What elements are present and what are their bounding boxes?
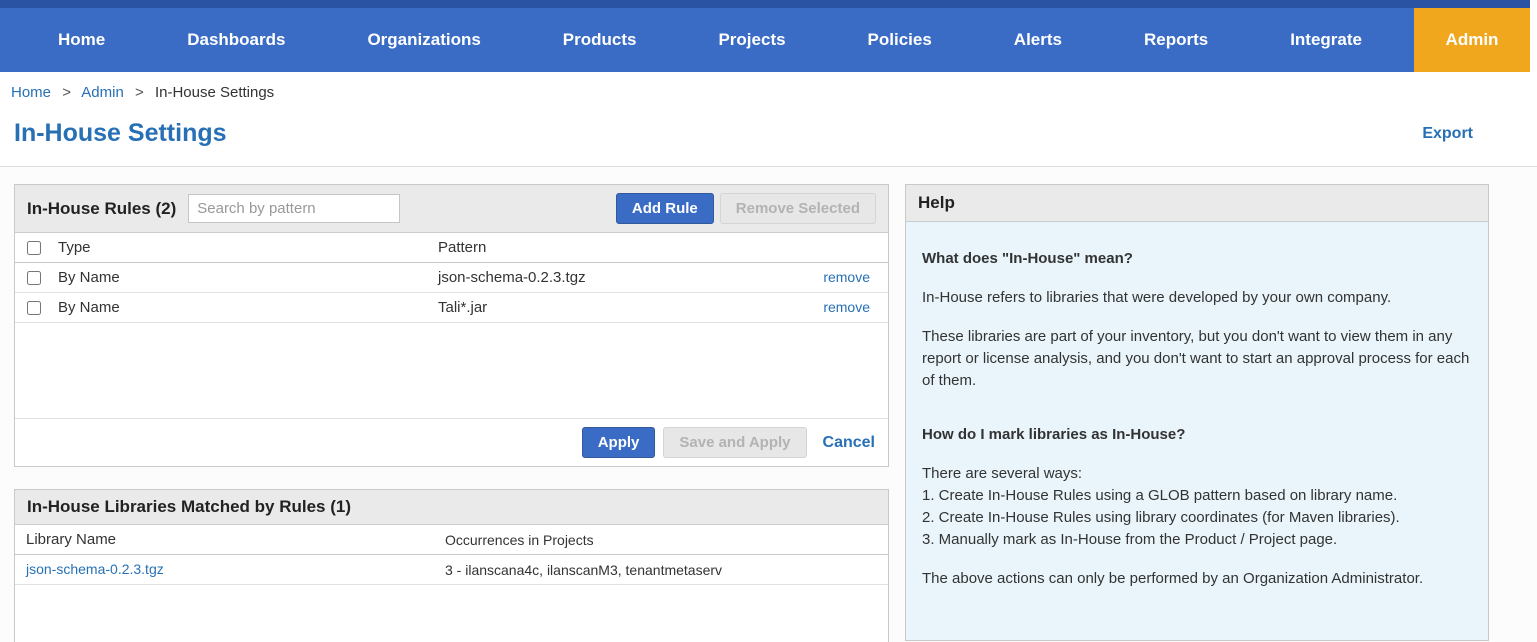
breadcrumb-link-home[interactable]: Home <box>11 84 51 101</box>
rule-action-cell: remove <box>798 269 888 286</box>
rule-type: By Name <box>58 269 438 286</box>
rules-panel-title: In-House Rules (2) <box>27 199 176 219</box>
nav-item-integrate[interactable]: Integrate <box>1290 30 1362 50</box>
help-list-item: 2. Create In-House Rules using library c… <box>922 507 1472 529</box>
table-row: By Name json-schema-0.2.3.tgz remove <box>15 263 888 293</box>
help-paragraph: There are several ways: <box>922 463 1472 485</box>
help-paragraph: These libraries are part of your invento… <box>922 326 1472 392</box>
help-question-heading: What does "In-House" mean? <box>922 248 1472 270</box>
breadcrumb: Home > Admin > In-House Settings <box>0 72 1537 109</box>
help-paragraph: In-House refers to libraries that were d… <box>922 287 1472 309</box>
title-row: In-House Settings Export <box>0 109 1537 167</box>
add-rule-button[interactable]: Add Rule <box>616 193 714 224</box>
help-paragraph: The above actions can only be performed … <box>922 568 1472 590</box>
nav-item-home[interactable]: Home <box>58 30 105 50</box>
help-panel-header: Help <box>906 185 1488 222</box>
rules-panel-spacer <box>15 323 888 418</box>
rules-table-header-row: Type Pattern <box>15 233 888 263</box>
remove-rule-link[interactable]: remove <box>823 269 870 285</box>
export-link[interactable]: Export <box>1422 125 1473 143</box>
remove-selected-button[interactable]: Remove Selected <box>720 193 876 224</box>
rules-panel-footer: Apply Save and Apply Cancel <box>15 418 888 466</box>
nav-item-dashboards[interactable]: Dashboards <box>187 30 285 50</box>
help-panel-body: What does "In-House" mean? In-House refe… <box>906 222 1488 640</box>
row-checkbox[interactable] <box>27 301 41 315</box>
nav-item-organizations[interactable]: Organizations <box>367 30 480 50</box>
nav-item-reports[interactable]: Reports <box>1144 30 1208 50</box>
pattern-column-header: Pattern <box>438 239 798 256</box>
libraries-table-header-row: Library Name Occurrences in Projects <box>15 525 888 555</box>
nav-item-policies[interactable]: Policies <box>868 30 932 50</box>
library-name-column-header: Library Name <box>15 531 445 548</box>
libraries-panel-title: In-House Libraries Matched by Rules (1) <box>27 497 351 517</box>
top-nav: Home Dashboards Organizations Products P… <box>0 0 1537 72</box>
remove-rule-link[interactable]: remove <box>823 299 870 315</box>
rule-type: By Name <box>58 299 438 316</box>
table-row: json-schema-0.2.3.tgz 3 - ilanscana4c, i… <box>15 555 888 585</box>
occurrences-column-header: Occurrences in Projects <box>445 532 888 548</box>
nav-right-edge <box>1530 0 1537 72</box>
help-list-item: 3. Manually mark as In-House from the Pr… <box>922 529 1472 551</box>
rule-pattern: json-schema-0.2.3.tgz <box>438 269 798 286</box>
main-content: In-House Rules (2) Add Rule Remove Selec… <box>0 167 1537 642</box>
rule-action-cell: remove <box>798 299 888 316</box>
nav-item-products[interactable]: Products <box>563 30 637 50</box>
page: Home Dashboards Organizations Products P… <box>0 0 1537 642</box>
top-nav-accent-strip <box>0 0 1537 8</box>
nav-item-admin-active[interactable]: Admin <box>1414 8 1530 72</box>
row-checkbox-cell <box>15 271 58 285</box>
nav-menu: Home Dashboards Organizations Products P… <box>58 8 1362 72</box>
page-title: In-House Settings <box>14 119 227 148</box>
search-by-pattern-input[interactable] <box>188 194 400 223</box>
save-and-apply-button[interactable]: Save and Apply <box>663 427 806 458</box>
rules-panel-header: In-House Rules (2) Add Rule Remove Selec… <box>15 185 888 233</box>
type-column-header: Type <box>58 239 438 256</box>
breadcrumb-separator: > <box>62 84 71 101</box>
table-row: By Name Tali*.jar remove <box>15 293 888 323</box>
left-column: In-House Rules (2) Add Rule Remove Selec… <box>14 184 889 642</box>
library-name-cell: json-schema-0.2.3.tgz <box>15 561 445 578</box>
help-question-heading: How do I mark libraries as In-House? <box>922 424 1472 446</box>
library-occurrences: 3 - ilanscana4c, ilanscanM3, tenantmetas… <box>445 562 888 578</box>
rules-table: Type Pattern By Name json-schema-0.2.3.t… <box>15 233 888 323</box>
apply-button[interactable]: Apply <box>582 427 656 458</box>
libraries-panel-header: In-House Libraries Matched by Rules (1) <box>15 490 888 525</box>
right-column: Help What does "In-House" mean? In-House… <box>905 184 1489 642</box>
help-panel-title: Help <box>918 193 955 213</box>
row-checkbox[interactable] <box>27 271 41 285</box>
row-checkbox-cell <box>15 301 58 315</box>
nav-item-alerts[interactable]: Alerts <box>1014 30 1062 50</box>
nav-item-projects[interactable]: Projects <box>718 30 785 50</box>
cancel-link[interactable]: Cancel <box>823 434 875 452</box>
rules-header-buttons: Add Rule Remove Selected <box>616 193 876 224</box>
select-all-cell <box>15 241 58 255</box>
help-list-item: 1. Create In-House Rules using a GLOB pa… <box>922 485 1472 507</box>
breadcrumb-link-admin[interactable]: Admin <box>81 84 124 101</box>
library-name-link[interactable]: json-schema-0.2.3.tgz <box>26 561 164 577</box>
breadcrumb-current-page: In-House Settings <box>155 84 274 101</box>
in-house-rules-panel: In-House Rules (2) Add Rule Remove Selec… <box>14 184 889 467</box>
matched-libraries-panel: In-House Libraries Matched by Rules (1) … <box>14 489 889 642</box>
breadcrumb-separator: > <box>135 84 144 101</box>
libraries-table: Library Name Occurrences in Projects jso… <box>15 525 888 585</box>
help-panel: Help What does "In-House" mean? In-House… <box>905 184 1489 641</box>
rule-pattern: Tali*.jar <box>438 299 798 316</box>
select-all-checkbox[interactable] <box>27 241 41 255</box>
